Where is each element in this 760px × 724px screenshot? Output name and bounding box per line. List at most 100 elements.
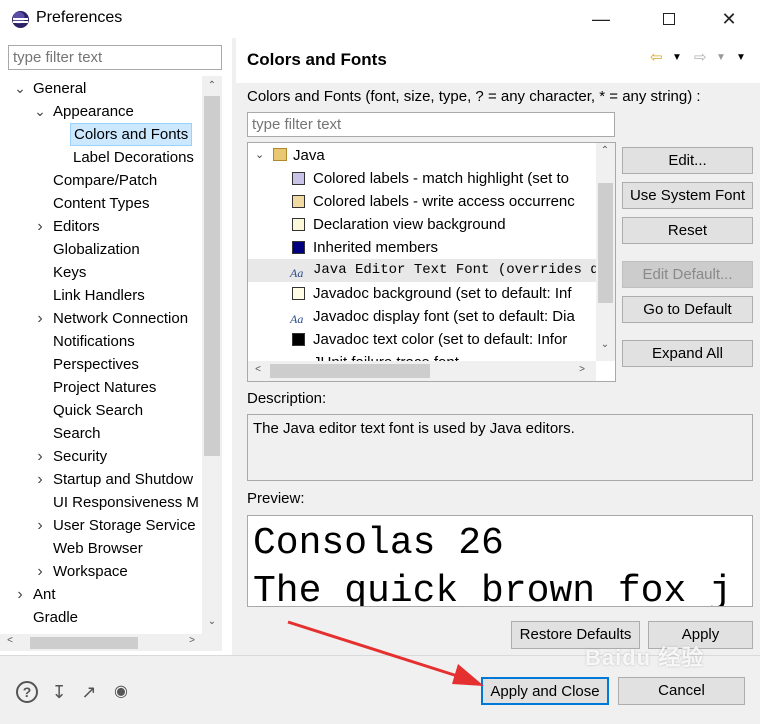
use-system-font-button[interactable]: Use System Font bbox=[622, 182, 753, 209]
tree-item[interactable]: Web Browser bbox=[0, 537, 202, 560]
tree-item[interactable]: Gradle bbox=[0, 606, 202, 629]
reset-button[interactable]: Reset bbox=[622, 217, 753, 244]
import-icon[interactable]: ↧ bbox=[48, 681, 70, 703]
tree-item[interactable]: Perspectives bbox=[0, 353, 202, 376]
minimize-button[interactable]: — bbox=[578, 0, 624, 38]
tree-item-label: Colors and Fonts bbox=[70, 123, 193, 146]
tree-item[interactable]: Notifications bbox=[0, 330, 202, 353]
chevron-down-icon[interactable]: ⌄ bbox=[255, 144, 264, 167]
back-dropdown-icon[interactable]: ▼ bbox=[672, 52, 682, 63]
navigation-horizontal-scrollbar[interactable]: < > bbox=[0, 634, 222, 651]
tree-item[interactable]: Globalization bbox=[0, 238, 202, 261]
colors-and-fonts-page: Colors and Fonts (font, size, type, ? = … bbox=[236, 84, 760, 655]
forward-dropdown-icon[interactable]: ▼ bbox=[716, 52, 726, 63]
edit-default-button[interactable]: Edit Default... bbox=[622, 261, 753, 288]
scroll-up-icon[interactable]: ⌃ bbox=[204, 80, 220, 91]
record-icon[interactable]: ◉ bbox=[110, 681, 132, 703]
filter-caption: Colors and Fonts (font, size, type, ? = … bbox=[247, 88, 701, 105]
tree-item[interactable]: Link Handlers bbox=[0, 284, 202, 307]
apply-and-close-button[interactable]: Apply and Close bbox=[481, 677, 609, 705]
tree-item[interactable]: ⌄ General bbox=[0, 77, 202, 100]
tree-item-label: General bbox=[33, 80, 87, 97]
tree-item[interactable]: Label Decorations bbox=[0, 146, 202, 169]
go-to-default-button[interactable]: Go to Default bbox=[622, 296, 753, 323]
tree-item[interactable]: Keys bbox=[0, 261, 202, 284]
scrollbar-thumb[interactable] bbox=[598, 183, 613, 303]
tree-item-label: Colored labels - write access occurrenc bbox=[313, 193, 575, 210]
tree-item[interactable]: Quick Search bbox=[0, 399, 202, 422]
colors-tree-vertical-scrollbar[interactable]: ⌃ ⌄ bbox=[596, 143, 615, 361]
scrollbar-thumb[interactable] bbox=[204, 96, 220, 456]
export-icon[interactable]: ↗ bbox=[78, 681, 100, 703]
color-swatch-icon bbox=[292, 218, 305, 231]
scroll-down-icon[interactable]: ⌄ bbox=[204, 616, 220, 627]
colors-filter-input[interactable] bbox=[247, 112, 615, 137]
expand-all-button[interactable]: Expand All bbox=[622, 340, 753, 367]
tree-item[interactable]: Colored labels - write access occurrenc bbox=[248, 190, 596, 213]
tree-item[interactable]: Project Natures bbox=[0, 376, 202, 399]
tree-item[interactable]: Colors and Fonts bbox=[0, 123, 202, 146]
tree-item-label: Perspectives bbox=[53, 356, 139, 373]
chevron-right-icon[interactable]: › bbox=[14, 583, 26, 606]
colors-tree-horizontal-scrollbar[interactable]: < > bbox=[248, 361, 596, 381]
tree-item[interactable]: › Ant bbox=[0, 583, 202, 606]
tree-item[interactable]: › Workspace bbox=[0, 560, 202, 583]
chevron-right-icon[interactable]: › bbox=[34, 445, 46, 468]
navigation-filter-input[interactable] bbox=[8, 45, 222, 70]
scroll-right-icon[interactable]: > bbox=[184, 635, 200, 646]
tree-item[interactable]: UI Responsiveness M bbox=[0, 491, 202, 514]
tree-item[interactable]: Search bbox=[0, 422, 202, 445]
scroll-left-icon[interactable]: < bbox=[2, 635, 18, 646]
color-swatch-icon bbox=[292, 195, 305, 208]
tree-item[interactable]: Content Types bbox=[0, 192, 202, 215]
view-menu-icon[interactable]: ▼ bbox=[736, 52, 746, 63]
scroll-left-icon[interactable]: < bbox=[250, 364, 266, 375]
scroll-up-icon[interactable]: ⌃ bbox=[597, 145, 613, 156]
tree-item-java[interactable]: ⌄ Java bbox=[248, 144, 596, 167]
forward-arrow-icon[interactable]: ⇨ bbox=[694, 48, 707, 66]
preview-label: Preview: bbox=[247, 490, 305, 507]
chevron-right-icon[interactable]: › bbox=[34, 560, 46, 583]
tree-item[interactable]: Javadoc background (set to default: Inf bbox=[248, 282, 596, 305]
chevron-down-icon[interactable]: ⌄ bbox=[34, 100, 46, 123]
chevron-right-icon[interactable]: › bbox=[34, 468, 46, 491]
navigation-vertical-scrollbar[interactable]: ⌃ ⌄ bbox=[202, 76, 222, 634]
tree-item-label: Search bbox=[53, 425, 101, 442]
back-arrow-icon[interactable]: ⇦ bbox=[650, 48, 663, 66]
tree-item[interactable]: › Startup and Shutdow bbox=[0, 468, 202, 491]
chevron-right-icon[interactable]: › bbox=[34, 307, 46, 330]
tree-item[interactable]: Aa Java Editor Text Font (overrides de bbox=[248, 259, 607, 282]
tree-item[interactable]: › User Storage Service bbox=[0, 514, 202, 537]
tree-item-label: Keys bbox=[53, 264, 87, 281]
chevron-right-icon[interactable]: › bbox=[34, 215, 46, 238]
scroll-down-icon[interactable]: ⌄ bbox=[597, 339, 613, 350]
tree-item[interactable]: › Network Connection bbox=[0, 307, 202, 330]
color-swatch-icon bbox=[292, 287, 305, 300]
tree-item-label: Quick Search bbox=[53, 402, 144, 419]
scroll-right-icon[interactable]: > bbox=[574, 364, 590, 375]
tree-item[interactable]: Javadoc text color (set to default: Info… bbox=[248, 328, 596, 351]
chevron-down-icon[interactable]: ⌄ bbox=[14, 77, 26, 100]
chevron-right-icon[interactable]: › bbox=[34, 514, 46, 537]
tree-item-label: Network Connection bbox=[53, 310, 189, 327]
preferences-navigation: ⌄ General ⌄ Appearance Colors and Fonts Label… bbox=[0, 38, 232, 655]
tree-item[interactable]: › Editors bbox=[0, 215, 202, 238]
tree-item[interactable]: Aa Javadoc display font (set to default: … bbox=[248, 305, 596, 328]
edit-button[interactable]: Edit... bbox=[622, 147, 753, 174]
tree-item[interactable]: Colored labels - match highlight (set to bbox=[248, 167, 596, 190]
scrollbar-thumb[interactable] bbox=[30, 637, 138, 649]
tree-item-label: Globalization bbox=[53, 241, 140, 258]
tree-item-label: Editors bbox=[53, 218, 100, 235]
close-button[interactable]: ✕ bbox=[706, 0, 752, 38]
tree-item[interactable]: › Security bbox=[0, 445, 202, 468]
scrollbar-thumb[interactable] bbox=[270, 364, 430, 378]
cancel-button[interactable]: Cancel bbox=[618, 677, 745, 705]
title-bar: Preferences — ✕ bbox=[0, 0, 760, 38]
tree-item-label: Notifications bbox=[53, 333, 135, 350]
tree-item[interactable]: ⌄ Appearance bbox=[0, 100, 202, 123]
tree-item[interactable]: Compare/Patch bbox=[0, 169, 202, 192]
tree-item[interactable]: Declaration view background bbox=[248, 213, 596, 236]
maximize-button[interactable] bbox=[646, 0, 692, 38]
tree-item[interactable]: Inherited members bbox=[248, 236, 596, 259]
help-icon[interactable]: ? bbox=[16, 681, 38, 703]
